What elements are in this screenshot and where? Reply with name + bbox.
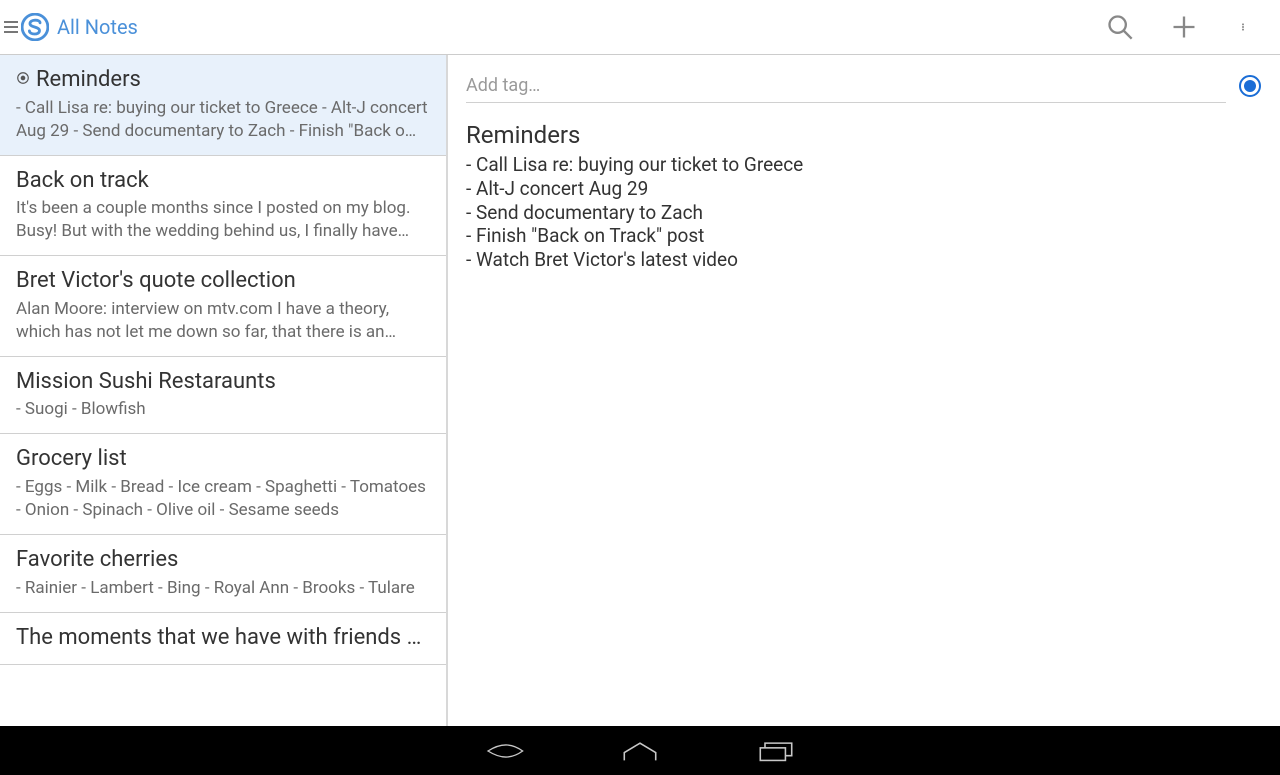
note-body-line: - Send documentary to Zach [466, 201, 1262, 225]
note-item-title: Mission Sushi Restaraunts [16, 367, 276, 397]
note-item-title: Favorite cherries [16, 545, 178, 575]
note-list-item[interactable]: Grocery list- Eggs - Milk - Bread - Ice … [0, 434, 446, 535]
note-body-line: - Finish "Back on Track" post [466, 224, 1262, 248]
note-item-preview: Alan Moore: interview on mtv.com I have … [16, 298, 430, 344]
search-icon[interactable] [1106, 13, 1134, 41]
note-item-title: Bret Victor's quote collection [16, 266, 296, 296]
note-editor: Reminders - Call Lisa re: buying our tic… [448, 55, 1280, 726]
publish-toggle-icon[interactable] [1238, 74, 1262, 98]
app-logo-icon [21, 13, 49, 41]
note-body-line: - Call Lisa re: buying our ticket to Gre… [466, 153, 1262, 177]
note-item-preview: It's been a couple months since I posted… [16, 197, 430, 243]
note-list-item[interactable]: The moments that we have with friends an… [0, 613, 446, 666]
note-item-preview: - Call Lisa re: buying our ticket to Gre… [16, 97, 430, 143]
note-list-item[interactable]: Reminders- Call Lisa re: buying our tick… [0, 55, 446, 156]
note-item-title: Reminders [36, 65, 141, 95]
note-body-title: Reminders [466, 121, 1262, 149]
note-body-line: - Alt-J concert Aug 29 [466, 177, 1262, 201]
pin-icon [16, 70, 30, 89]
android-navbar [0, 726, 1280, 775]
note-list-item[interactable]: Bret Victor's quote collectionAlan Moore… [0, 256, 446, 357]
note-list-item[interactable]: Back on trackIt's been a couple months s… [0, 156, 446, 257]
app-header: All Notes [0, 0, 1280, 55]
note-item-preview: - Eggs - Milk - Bread - Ice cream - Spag… [16, 476, 430, 522]
note-item-preview: - Suogi - Blowfish [16, 398, 430, 421]
note-body-line: - Watch Bret Victor's latest video [466, 248, 1262, 272]
header-title[interactable]: All Notes [57, 15, 1106, 39]
note-item-title: Back on track [16, 166, 149, 196]
note-list-item[interactable]: Favorite cherries- Rainier - Lambert - B… [0, 535, 446, 613]
note-body[interactable]: Reminders - Call Lisa re: buying our tic… [448, 111, 1280, 282]
note-item-title: The moments that we have with friends an… [16, 623, 430, 653]
tag-input[interactable] [466, 69, 1226, 103]
home-button[interactable] [620, 739, 660, 763]
back-button[interactable] [484, 739, 524, 763]
note-item-preview: - Rainier - Lambert - Bing - Royal Ann -… [16, 577, 430, 600]
recents-button[interactable] [756, 739, 796, 763]
overflow-menu-icon[interactable] [1234, 13, 1252, 41]
note-list[interactable]: Reminders- Call Lisa re: buying our tick… [0, 55, 448, 726]
note-item-title: Grocery list [16, 444, 127, 474]
note-list-item[interactable]: Mission Sushi Restaraunts- Suogi - Blowf… [0, 357, 446, 435]
menu-icon[interactable] [4, 21, 18, 33]
new-note-icon[interactable] [1170, 13, 1198, 41]
